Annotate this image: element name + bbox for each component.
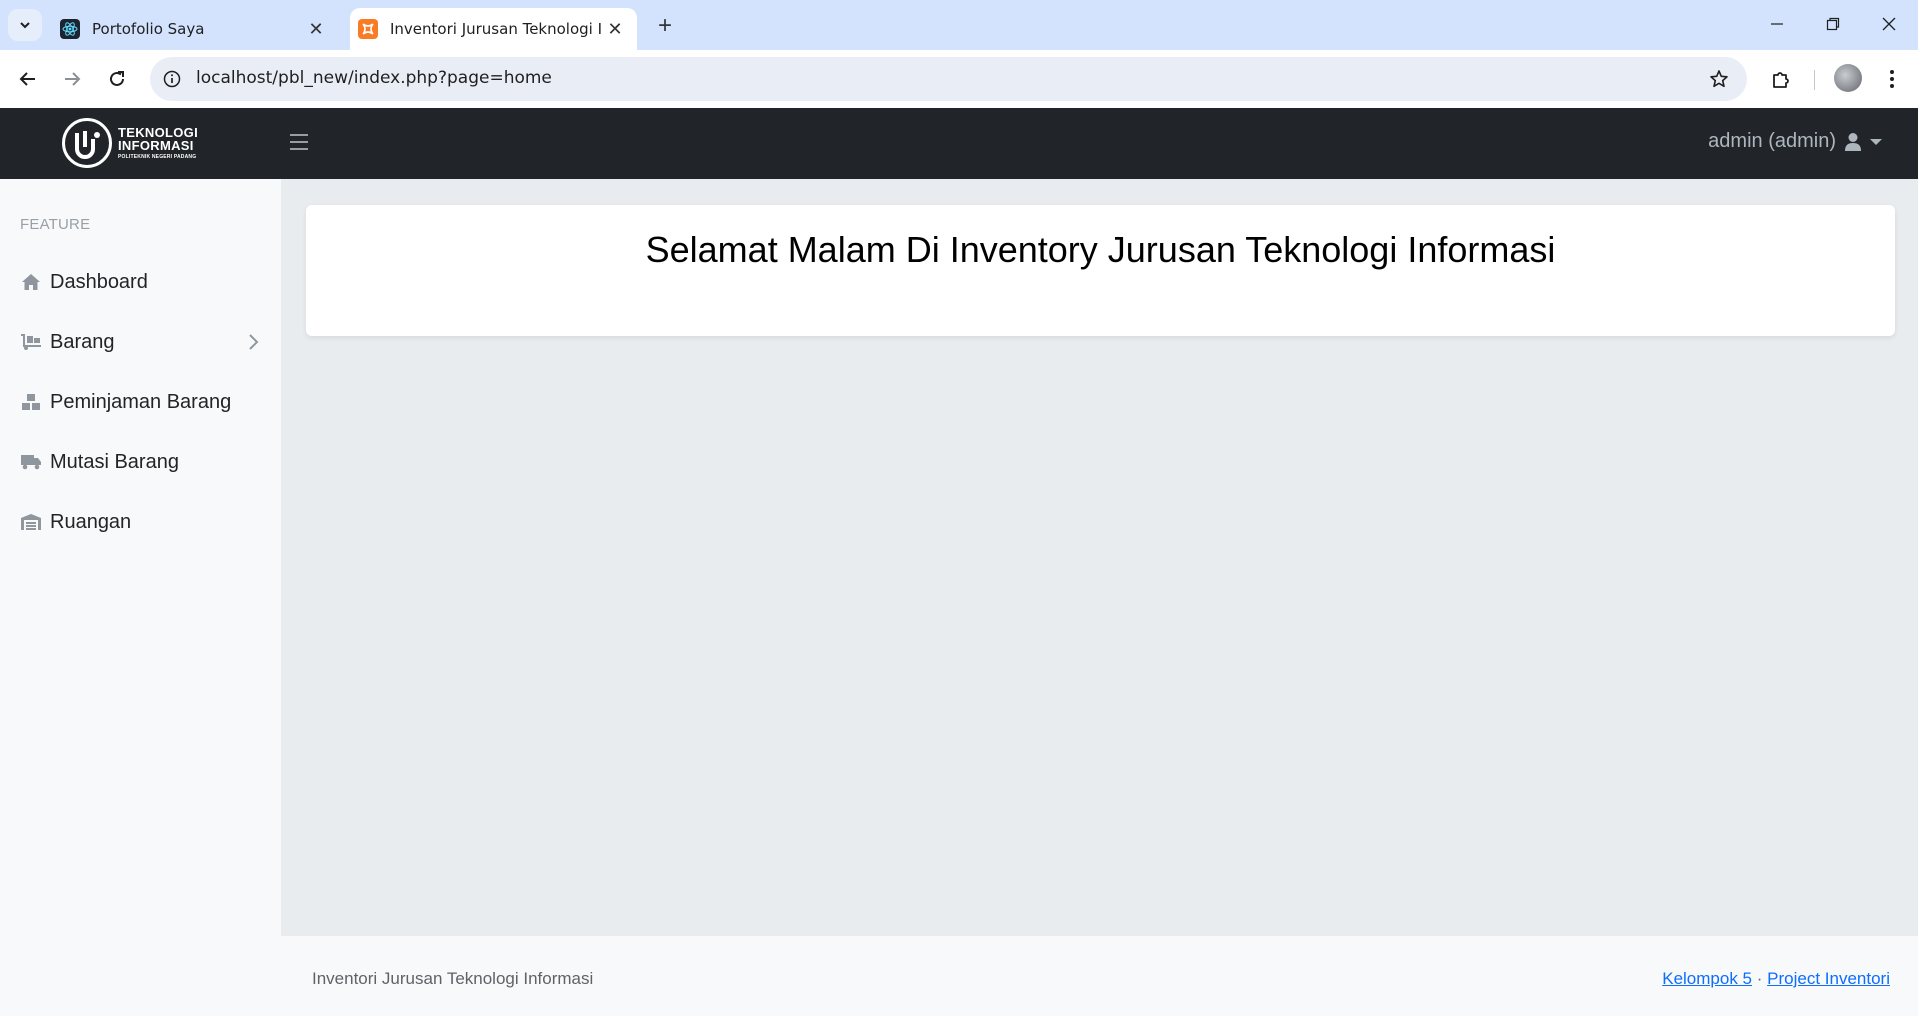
brand-logo-link[interactable]: TEKNOLOGI INFORMASI POLITEKNIK NEGERI PA… (62, 118, 198, 168)
sidebar-item-label: Mutasi Barang (50, 450, 179, 473)
browser-toolbar: localhost/pbl_new/index.php?page=home (0, 50, 1918, 108)
reload-button[interactable] (101, 63, 133, 95)
footer-link-kelompok[interactable]: Kelompok 5 (1662, 969, 1752, 988)
tab-search-button[interactable] (8, 9, 42, 41)
sidebar-item-label: Dashboard (50, 270, 148, 293)
url-text[interactable]: localhost/pbl_new/index.php?page=home (196, 68, 552, 88)
boxes-icon (20, 392, 42, 412)
close-icon (1882, 17, 1896, 31)
user-dropdown-toggle[interactable]: admin (admin) (1708, 130, 1882, 153)
sidebar-item-label: Ruangan (50, 510, 132, 533)
sidebar-item-barang[interactable]: Barang (0, 319, 281, 365)
ti-logo-icon (62, 118, 112, 168)
welcome-card: Selamat Malam Di Inventory Jurusan Tekno… (306, 205, 1895, 336)
reload-icon (110, 71, 124, 86)
back-button[interactable] (12, 63, 44, 95)
warehouse-icon (20, 512, 42, 532)
dolly-icon (20, 332, 42, 352)
tab-title: Inventori Jurusan Teknologi Info (390, 20, 601, 38)
restore-button[interactable] (1808, 6, 1858, 42)
sidebar-item-label: Barang (50, 330, 115, 353)
new-tab-button[interactable]: + (650, 11, 680, 41)
sidebar-heading: FEATURE (20, 216, 91, 233)
brand-line-2: INFORMASI (118, 138, 194, 153)
caret-down-icon (1870, 138, 1882, 145)
arrow-left-icon (19, 72, 35, 86)
tab-portofolio[interactable]: Portofolio Saya ✕ (50, 8, 338, 50)
sidebar-item-ruangan[interactable]: Ruangan (0, 499, 281, 545)
sidebar-toggle-icon[interactable] (290, 134, 308, 150)
sidebar-item-mutasi-barang[interactable]: Mutasi Barang (0, 439, 281, 485)
sidebar-item-peminjaman-barang[interactable]: Peminjaman Barang (0, 379, 281, 425)
welcome-heading: Selamat Malam Di Inventory Jurusan Tekno… (645, 229, 1556, 270)
sidebar-item-label: Peminjaman Barang (50, 390, 232, 413)
chevron-right-icon (249, 334, 259, 350)
sidebar-item-dashboard[interactable]: Dashboard (0, 259, 281, 305)
browser-tab-strip: Portofolio Saya ✕ Inventori Jurusan Tekn… (0, 0, 1918, 50)
brand-text: TEKNOLOGI INFORMASI POLITEKNIK NEGERI PA… (118, 126, 198, 160)
footer-link-project[interactable]: Project Inventori (1767, 969, 1890, 988)
forward-button[interactable] (56, 63, 88, 95)
footer-separator: · (1756, 969, 1763, 988)
tab-title: Portofolio Saya (92, 20, 205, 38)
site-info-icon[interactable] (160, 67, 184, 91)
address-bar[interactable]: localhost/pbl_new/index.php?page=home (150, 57, 1747, 101)
truck-icon (20, 452, 42, 472)
restore-icon (1826, 17, 1840, 31)
brand-line-3: POLITEKNIK NEGERI PADANG (118, 154, 197, 160)
close-icon[interactable]: ✕ (302, 15, 330, 43)
top-navbar: TEKNOLOGI INFORMASI POLITEKNIK NEGERI PA… (0, 108, 1918, 179)
extensions-button[interactable] (1765, 63, 1797, 95)
browser-menu-button[interactable] (1876, 63, 1908, 95)
xampp-icon (358, 19, 378, 39)
footer-copyright: Inventori Jurusan Teknologi Informasi (312, 969, 594, 988)
toolbar-divider (1814, 70, 1815, 90)
home-icon (20, 272, 42, 292)
user-label: admin (admin) (1708, 130, 1836, 152)
footer-links: Kelompok 5 · Project Inventori (1662, 969, 1890, 989)
profile-avatar[interactable] (1834, 64, 1862, 92)
minimize-icon (1771, 23, 1783, 25)
sidebar: FEATURE Dashboard Barang Peminjaman Bara… (0, 179, 281, 1016)
react-icon (60, 19, 80, 39)
arrow-right-icon (65, 72, 81, 86)
kebab-menu-icon (1890, 70, 1894, 88)
tab-inventori[interactable]: Inventori Jurusan Teknologi Info ✕ (350, 8, 637, 50)
close-icon[interactable]: ✕ (601, 15, 629, 43)
footer: Inventori Jurusan Teknologi Informasi Ke… (281, 936, 1918, 1016)
puzzle-icon (1773, 72, 1789, 88)
chevron-down-icon (20, 22, 30, 29)
close-window-button[interactable] (1864, 6, 1914, 42)
bookmark-star-icon[interactable] (1707, 67, 1731, 91)
minimize-button[interactable] (1752, 6, 1802, 42)
user-icon (1845, 132, 1861, 151)
